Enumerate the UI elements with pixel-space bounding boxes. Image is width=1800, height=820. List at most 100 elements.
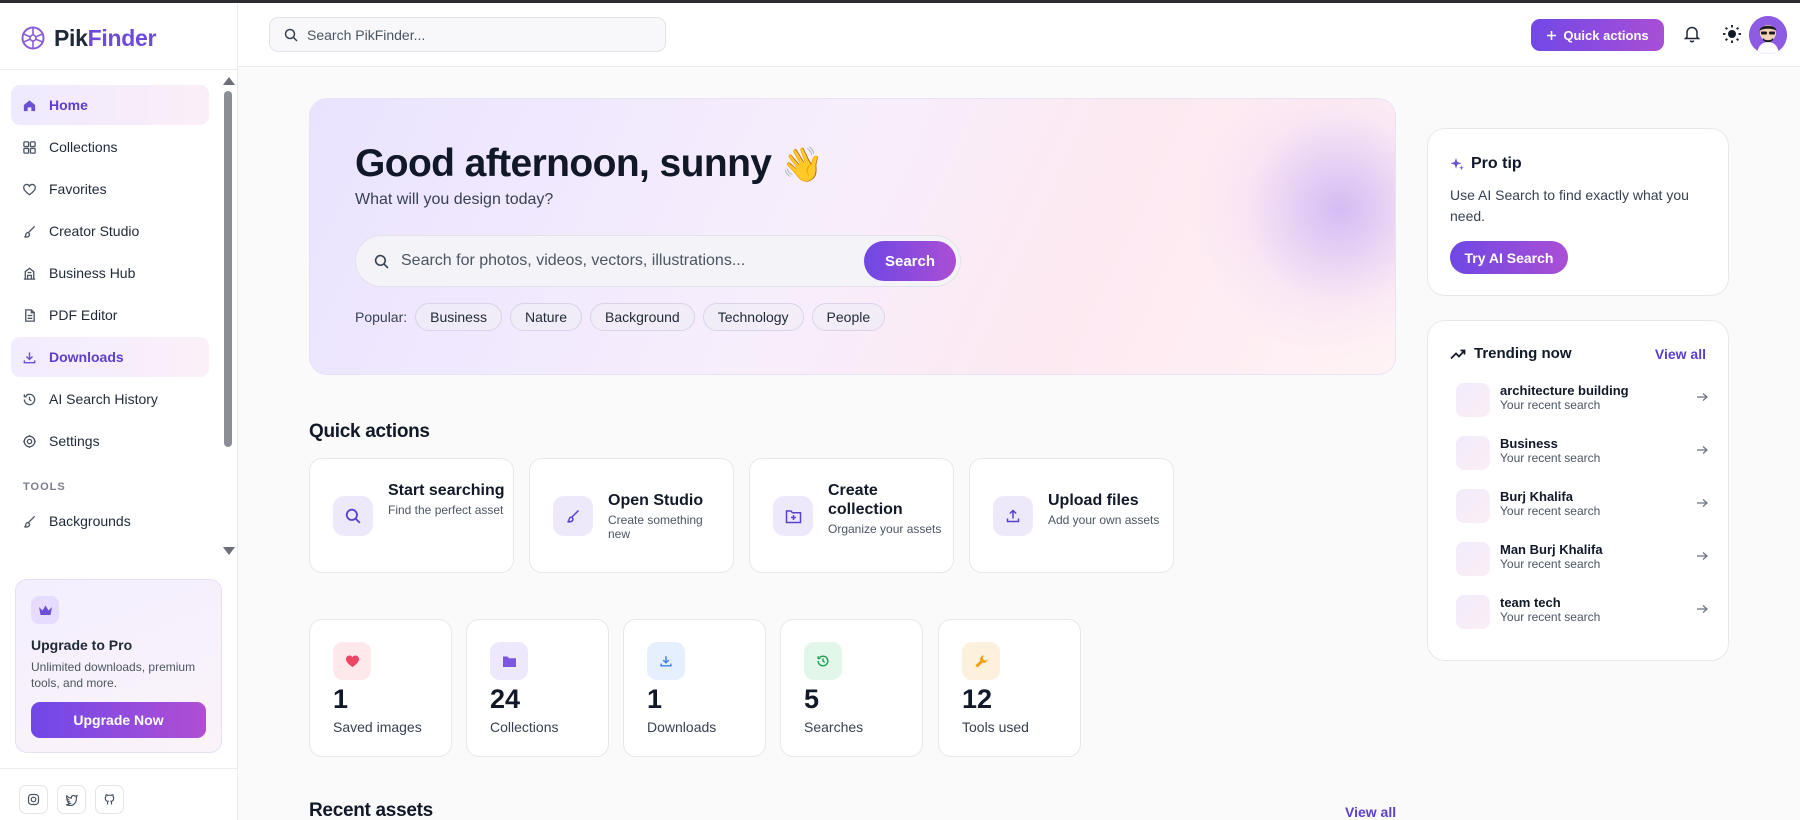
sidebar-item-settings[interactable]: Settings bbox=[11, 421, 209, 461]
trending-item-sub: Your recent search bbox=[1500, 557, 1601, 571]
trending-item[interactable]: architecture building Your recent search bbox=[1456, 381, 1708, 419]
crown-icon bbox=[31, 596, 59, 624]
pikfinder-logo-icon bbox=[21, 26, 45, 50]
stat-downloads[interactable]: 1 Downloads bbox=[623, 619, 766, 757]
hero-search-box[interactable]: Search bbox=[355, 235, 961, 287]
trending-up-icon bbox=[1450, 349, 1466, 359]
quick-action-desc: Find the perfect asset bbox=[388, 503, 504, 517]
upload-icon bbox=[993, 496, 1033, 536]
quick-actions-button[interactable]: Quick actions bbox=[1531, 19, 1664, 51]
recent-assets-view-all-link[interactable]: View all bbox=[1345, 804, 1396, 820]
scroll-up-arrow[interactable] bbox=[223, 77, 235, 85]
top-search-box[interactable] bbox=[269, 17, 666, 52]
stat-value: 24 bbox=[490, 684, 521, 714]
try-ai-search-button[interactable]: Try AI Search bbox=[1450, 241, 1568, 274]
quick-action-open-studio[interactable]: Open Studio Create something new bbox=[529, 458, 734, 573]
sidebar-item-home[interactable]: Home bbox=[11, 85, 209, 125]
brush-icon bbox=[24, 225, 36, 238]
sidebar-item-label: Downloads bbox=[49, 349, 124, 365]
sidebar-item-label: PDF Editor bbox=[49, 307, 118, 323]
sidebar-item-downloads[interactable]: Downloads bbox=[11, 337, 209, 377]
sidebar-item-favorites[interactable]: Favorites bbox=[11, 169, 209, 209]
sidebar-nav: Home Collections Favorites Creator Studi… bbox=[11, 85, 209, 543]
trending-item[interactable]: team tech Your recent search bbox=[1456, 593, 1708, 631]
theme-toggle-sun-icon[interactable] bbox=[1722, 24, 1742, 44]
sidebar-item-collections[interactable]: Collections bbox=[11, 127, 209, 167]
twitter-icon[interactable] bbox=[57, 785, 86, 814]
popular-tag-background[interactable]: Background bbox=[590, 303, 695, 331]
sidebar-item-business-hub[interactable]: Business Hub bbox=[11, 253, 209, 293]
folder-icon bbox=[490, 642, 528, 680]
app-name: PikFinder bbox=[54, 25, 156, 52]
sidebar-item-pdf-editor[interactable]: PDF Editor bbox=[11, 295, 209, 335]
hero-decorative-glow bbox=[1190, 99, 1395, 359]
trending-view-all-link[interactable]: View all bbox=[1655, 346, 1706, 362]
quick-action-desc: Organize your assets bbox=[828, 522, 942, 536]
history-icon bbox=[23, 393, 36, 405]
trending-item-name: Business bbox=[1500, 436, 1558, 451]
popular-tag-technology[interactable]: Technology bbox=[702, 303, 804, 331]
trending-item[interactable]: Business Your recent search bbox=[1456, 434, 1708, 472]
popular-tag-nature[interactable]: Nature bbox=[509, 303, 582, 331]
scroll-down-arrow[interactable] bbox=[223, 547, 235, 555]
heart-icon bbox=[23, 183, 36, 195]
trending-item-name: team tech bbox=[1500, 595, 1561, 610]
sidebar-item-ai-search-history[interactable]: AI Search History bbox=[11, 379, 209, 419]
quick-actions-title: Quick actions bbox=[309, 421, 430, 442]
pro-tip-text: Use AI Search to find exactly what you n… bbox=[1450, 187, 1689, 224]
sidebar-item-creator-studio[interactable]: Creator Studio bbox=[11, 211, 209, 251]
social-links bbox=[19, 785, 124, 814]
stat-tools-used[interactable]: 12 Tools used bbox=[938, 619, 1081, 757]
user-avatar[interactable] bbox=[1749, 16, 1787, 54]
trending-header: Trending now bbox=[1450, 345, 1572, 362]
sidebar: PikFinder Home Collections Favorites Cre… bbox=[0, 3, 238, 820]
popular-tag-business[interactable]: Business bbox=[415, 303, 502, 331]
stat-saved-images[interactable]: 1 Saved images bbox=[309, 619, 452, 757]
home-icon bbox=[23, 99, 36, 111]
stat-searches[interactable]: 5 Searches bbox=[780, 619, 923, 757]
quick-action-title: Create collection bbox=[828, 482, 903, 518]
sidebar-scrollbar[interactable] bbox=[222, 75, 235, 563]
sidebar-item-label: Collections bbox=[49, 139, 118, 155]
app-logo[interactable]: PikFinder bbox=[20, 21, 156, 55]
gear-icon bbox=[23, 434, 36, 448]
top-search-input[interactable] bbox=[307, 26, 647, 43]
instagram-icon[interactable] bbox=[19, 785, 48, 814]
plus-icon bbox=[1547, 30, 1557, 40]
hero-search-input[interactable] bbox=[401, 252, 871, 270]
trending-item[interactable]: Burj Khalifa Your recent search bbox=[1456, 487, 1708, 525]
sidebar-item-label: Settings bbox=[49, 433, 100, 449]
notification-bell-icon[interactable] bbox=[1684, 25, 1700, 43]
arrow-right-icon bbox=[1697, 446, 1708, 454]
pro-tip-card: Pro tip Use AI Search to find exactly wh… bbox=[1427, 128, 1729, 296]
stat-label: Tools used bbox=[962, 719, 1029, 735]
top-bar: Quick actions bbox=[238, 3, 1800, 67]
github-icon[interactable] bbox=[95, 785, 124, 814]
stat-collections[interactable]: 24 Collections bbox=[466, 619, 609, 757]
popular-tag-people[interactable]: People bbox=[811, 303, 886, 331]
sidebar-item-backgrounds[interactable]: Backgrounds bbox=[11, 501, 209, 541]
quick-action-create-collection[interactable]: Create collection Organize your assets bbox=[749, 458, 954, 573]
hero-search-button[interactable]: Search bbox=[864, 241, 956, 281]
quick-action-start-searching[interactable]: Start searching Find the perfect asset bbox=[309, 458, 514, 573]
stat-value: 1 bbox=[647, 684, 663, 714]
stat-value: 1 bbox=[333, 684, 349, 714]
grid-icon bbox=[23, 140, 36, 154]
waving-hand-icon: 👋 bbox=[781, 146, 824, 184]
trending-item-name: Burj Khalifa bbox=[1500, 489, 1573, 504]
arrow-right-icon bbox=[1697, 552, 1708, 560]
upgrade-card: Upgrade to Pro Unlimited downloads, prem… bbox=[15, 579, 222, 753]
scroll-thumb[interactable] bbox=[224, 91, 232, 447]
trending-item-name: architecture building bbox=[1500, 383, 1629, 398]
trending-title: Trending now bbox=[1474, 345, 1572, 362]
arrow-right-icon bbox=[1697, 605, 1708, 613]
stat-label: Downloads bbox=[647, 719, 717, 735]
trending-thumbnail bbox=[1456, 595, 1490, 629]
trending-item[interactable]: Man Burj Khalifa Your recent search bbox=[1456, 540, 1708, 578]
quick-action-upload-files[interactable]: Upload files Add your own assets bbox=[969, 458, 1174, 573]
recent-assets-title: Recent assets bbox=[309, 800, 433, 820]
trending-item-sub: Your recent search bbox=[1500, 504, 1601, 518]
upgrade-now-button[interactable]: Upgrade Now bbox=[31, 702, 206, 738]
stat-label: Collections bbox=[490, 719, 559, 735]
wrench-icon bbox=[962, 642, 1000, 680]
